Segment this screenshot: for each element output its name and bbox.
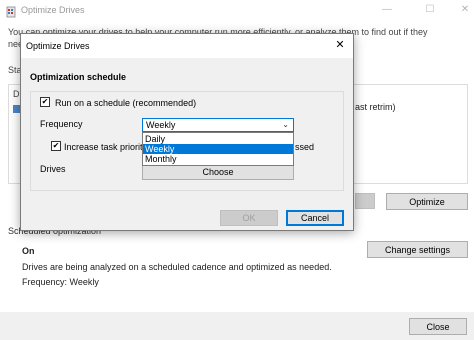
frequency-option-weekly[interactable]: Weekly bbox=[143, 144, 293, 154]
defrag-app-icon bbox=[6, 6, 16, 18]
analyze-button[interactable] bbox=[355, 193, 375, 209]
background-window-title: Optimize Drives bbox=[21, 5, 85, 15]
increase-priority-checkbox[interactable]: ✔ bbox=[51, 141, 61, 151]
run-on-schedule-checkbox[interactable]: ✔ bbox=[40, 97, 50, 107]
background-titlebar: Optimize Drives — ☐ ✕ bbox=[0, 0, 474, 24]
close-button[interactable]: Close bbox=[409, 318, 467, 335]
close-window-icon[interactable]: ✕ bbox=[455, 2, 474, 18]
change-settings-button[interactable]: Change settings bbox=[367, 241, 468, 258]
drives-label: Drives bbox=[40, 164, 66, 174]
dialog-titlebar: Optimize Drives ✕ bbox=[21, 34, 353, 58]
frequency-option-daily[interactable]: Daily bbox=[143, 134, 293, 144]
chevron-down-icon: ⌄ bbox=[282, 120, 289, 129]
optimize-button[interactable]: Optimize bbox=[386, 193, 468, 210]
background-footer bbox=[0, 312, 474, 340]
increase-priority-label-tail: ssed bbox=[295, 142, 315, 152]
schedule-frequency: Frequency: Weekly bbox=[22, 277, 99, 287]
drive-status-cell: ast retrim) bbox=[355, 102, 396, 112]
choose-button[interactable]: Choose bbox=[142, 164, 294, 180]
optimize-drives-dialog: Optimize Drives ✕ Optimization schedule … bbox=[20, 33, 354, 231]
dialog-title: Optimize Drives bbox=[26, 41, 90, 51]
increase-priority-label[interactable]: Increase task priority, bbox=[64, 142, 149, 152]
maximize-icon[interactable]: ☐ bbox=[420, 2, 440, 18]
ok-button[interactable]: OK bbox=[220, 210, 278, 226]
section-title: Optimization schedule bbox=[30, 72, 127, 82]
frequency-dropdown-list[interactable]: Daily Weekly Monthly bbox=[142, 132, 294, 166]
frequency-option-monthly[interactable]: Monthly bbox=[143, 154, 293, 164]
schedule-status: On bbox=[22, 246, 35, 256]
frequency-label: Frequency bbox=[40, 119, 83, 129]
run-on-schedule-label[interactable]: Run on a schedule (recommended) bbox=[55, 98, 196, 108]
schedule-description: Drives are being analyzed on a scheduled… bbox=[22, 262, 332, 272]
minimize-icon[interactable]: — bbox=[377, 2, 397, 18]
frequency-select[interactable]: Weekly ⌄ bbox=[142, 118, 294, 132]
frequency-select-value: Weekly bbox=[146, 120, 176, 130]
cancel-button[interactable]: Cancel bbox=[286, 210, 344, 226]
dialog-close-icon[interactable]: ✕ bbox=[331, 37, 349, 53]
